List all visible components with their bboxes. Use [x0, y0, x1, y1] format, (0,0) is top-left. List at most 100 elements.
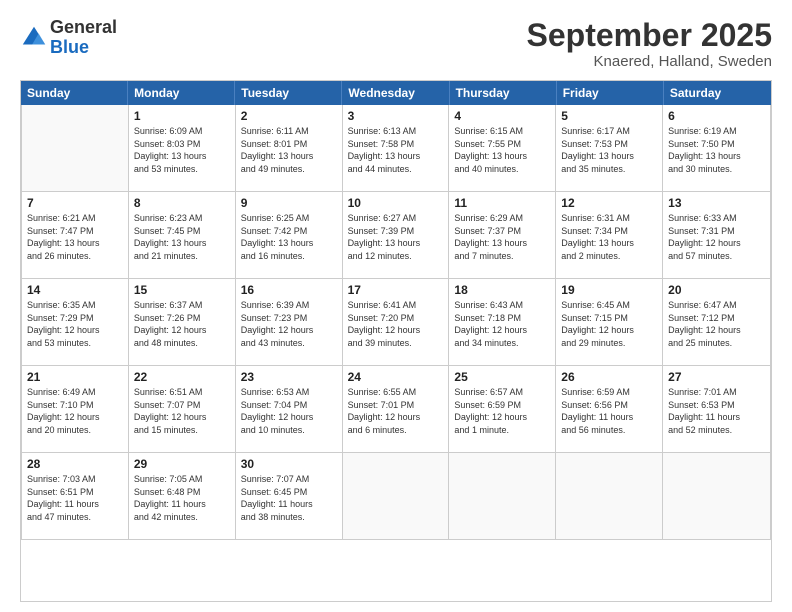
day-number: 20: [668, 283, 765, 297]
day-number: 2: [241, 109, 337, 123]
day-number: 21: [27, 370, 123, 384]
calendar-cell: 8 Sunrise: 6:23 AM Sunset: 7:45 PM Daylig…: [129, 192, 236, 278]
day-info: Sunrise: 6:11 AM Sunset: 8:01 PM Dayligh…: [241, 125, 337, 175]
calendar-cell: 1Sunrise: 6:09 AM Sunset: 8:03 PM Daylig…: [129, 105, 236, 191]
day-number: 17: [348, 283, 444, 297]
day-number: 19: [561, 283, 657, 297]
calendar-cell: 17 Sunrise: 6:41 AM Sunset: 7:20 PM Dayli…: [343, 279, 450, 365]
calendar-row: 7 Sunrise: 6:21 AM Sunset: 7:47 PM Daylig…: [22, 192, 770, 279]
day-number: 12: [561, 196, 657, 210]
calendar-cell: [22, 105, 129, 191]
calendar-body: 1Sunrise: 6:09 AM Sunset: 8:03 PM Daylig…: [21, 105, 771, 540]
calendar-cell: 5 Sunrise: 6:17 AM Sunset: 7:53 PM Daylig…: [556, 105, 663, 191]
day-info: Sunrise: 7:01 AM Sunset: 6:53 PM Dayligh…: [668, 386, 765, 436]
calendar-header-cell: Monday: [128, 81, 235, 105]
calendar-cell: 9 Sunrise: 6:25 AM Sunset: 7:42 PM Daylig…: [236, 192, 343, 278]
calendar-row: 28 Sunrise: 7:03 AM Sunset: 6:51 PM Dayli…: [22, 453, 770, 539]
day-info: Sunrise: 6:19 AM Sunset: 7:50 PM Dayligh…: [668, 125, 765, 175]
day-info: Sunrise: 6:49 AM Sunset: 7:10 PM Dayligh…: [27, 386, 123, 436]
day-number: 5: [561, 109, 657, 123]
logo-blue: Blue: [50, 38, 117, 58]
day-info: Sunrise: 6:25 AM Sunset: 7:42 PM Dayligh…: [241, 212, 337, 262]
calendar-row: 21 Sunrise: 6:49 AM Sunset: 7:10 PM Dayli…: [22, 366, 770, 453]
calendar-cell: 18Sunrise: 6:43 AM Sunset: 7:18 PM Dayli…: [449, 279, 556, 365]
calendar-cell: 22Sunrise: 6:51 AM Sunset: 7:07 PM Dayli…: [129, 366, 236, 452]
calendar-cell: 28 Sunrise: 7:03 AM Sunset: 6:51 PM Dayli…: [22, 453, 129, 539]
day-info: Sunrise: 6:57 AM Sunset: 6:59 PM Dayligh…: [454, 386, 550, 436]
day-info: Sunrise: 6:47 AM Sunset: 7:12 PM Dayligh…: [668, 299, 765, 349]
logo-general: General: [50, 18, 117, 38]
calendar-cell: 29 Sunrise: 7:05 AM Sunset: 6:48 PM Dayli…: [129, 453, 236, 539]
day-number: 15: [134, 283, 230, 297]
day-number: 24: [348, 370, 444, 384]
day-number: 22: [134, 370, 230, 384]
calendar-cell: 12 Sunrise: 6:31 AM Sunset: 7:34 PM Dayli…: [556, 192, 663, 278]
calendar-cell: [343, 453, 450, 539]
day-number: 23: [241, 370, 337, 384]
page: General Blue September 2025 Knaered, Hal…: [0, 0, 792, 612]
location-subtitle: Knaered, Halland, Sweden: [527, 53, 772, 70]
day-number: 8: [134, 196, 230, 210]
calendar-cell: 20 Sunrise: 6:47 AM Sunset: 7:12 PM Dayli…: [663, 279, 770, 365]
day-info: Sunrise: 6:29 AM Sunset: 7:37 PM Dayligh…: [454, 212, 550, 262]
logo: General Blue: [20, 18, 117, 58]
logo-text: General Blue: [50, 18, 117, 58]
day-number: 3: [348, 109, 444, 123]
calendar-row: 1Sunrise: 6:09 AM Sunset: 8:03 PM Daylig…: [22, 105, 770, 192]
day-info: Sunrise: 6:21 AM Sunset: 7:47 PM Dayligh…: [27, 212, 123, 262]
day-info: Sunrise: 6:59 AM Sunset: 6:56 PM Dayligh…: [561, 386, 657, 436]
calendar-cell: [449, 453, 556, 539]
calendar-header-cell: Saturday: [664, 81, 771, 105]
day-number: 28: [27, 457, 123, 471]
day-number: 11: [454, 196, 550, 210]
day-info: Sunrise: 7:05 AM Sunset: 6:48 PM Dayligh…: [134, 473, 230, 523]
month-title: September 2025: [527, 18, 772, 53]
calendar-cell: 6 Sunrise: 6:19 AM Sunset: 7:50 PM Daylig…: [663, 105, 770, 191]
day-number: 6: [668, 109, 765, 123]
day-info: Sunrise: 7:03 AM Sunset: 6:51 PM Dayligh…: [27, 473, 123, 523]
calendar-header-cell: Tuesday: [235, 81, 342, 105]
calendar-cell: 7 Sunrise: 6:21 AM Sunset: 7:47 PM Daylig…: [22, 192, 129, 278]
header: General Blue September 2025 Knaered, Hal…: [20, 18, 772, 70]
day-number: 13: [668, 196, 765, 210]
day-number: 30: [241, 457, 337, 471]
calendar-cell: 2 Sunrise: 6:11 AM Sunset: 8:01 PM Daylig…: [236, 105, 343, 191]
day-info: Sunrise: 6:15 AM Sunset: 7:55 PM Dayligh…: [454, 125, 550, 175]
calendar-row: 14Sunrise: 6:35 AM Sunset: 7:29 PM Dayli…: [22, 279, 770, 366]
day-number: 1: [134, 109, 230, 123]
day-number: 10: [348, 196, 444, 210]
day-info: Sunrise: 6:37 AM Sunset: 7:26 PM Dayligh…: [134, 299, 230, 349]
calendar-header-cell: Thursday: [450, 81, 557, 105]
calendar-cell: 19Sunrise: 6:45 AM Sunset: 7:15 PM Dayli…: [556, 279, 663, 365]
calendar-cell: 23Sunrise: 6:53 AM Sunset: 7:04 PM Dayli…: [236, 366, 343, 452]
calendar-cell: 27 Sunrise: 7:01 AM Sunset: 6:53 PM Dayli…: [663, 366, 770, 452]
day-number: 4: [454, 109, 550, 123]
calendar-cell: 21 Sunrise: 6:49 AM Sunset: 7:10 PM Dayli…: [22, 366, 129, 452]
day-number: 9: [241, 196, 337, 210]
day-number: 18: [454, 283, 550, 297]
day-info: Sunrise: 6:33 AM Sunset: 7:31 PM Dayligh…: [668, 212, 765, 262]
day-number: 27: [668, 370, 765, 384]
day-number: 16: [241, 283, 337, 297]
day-number: 29: [134, 457, 230, 471]
calendar-cell: 15 Sunrise: 6:37 AM Sunset: 7:26 PM Dayli…: [129, 279, 236, 365]
day-info: Sunrise: 6:39 AM Sunset: 7:23 PM Dayligh…: [241, 299, 337, 349]
day-number: 25: [454, 370, 550, 384]
calendar-cell: 16 Sunrise: 6:39 AM Sunset: 7:23 PM Dayli…: [236, 279, 343, 365]
day-info: Sunrise: 6:55 AM Sunset: 7:01 PM Dayligh…: [348, 386, 444, 436]
calendar-cell: 25 Sunrise: 6:57 AM Sunset: 6:59 PM Dayli…: [449, 366, 556, 452]
calendar-header-cell: Sunday: [21, 81, 128, 105]
calendar-cell: 26Sunrise: 6:59 AM Sunset: 6:56 PM Dayli…: [556, 366, 663, 452]
day-info: Sunrise: 6:17 AM Sunset: 7:53 PM Dayligh…: [561, 125, 657, 175]
day-info: Sunrise: 6:23 AM Sunset: 7:45 PM Dayligh…: [134, 212, 230, 262]
calendar-header-cell: Friday: [557, 81, 664, 105]
day-info: Sunrise: 6:27 AM Sunset: 7:39 PM Dayligh…: [348, 212, 444, 262]
day-info: Sunrise: 6:31 AM Sunset: 7:34 PM Dayligh…: [561, 212, 657, 262]
day-number: 7: [27, 196, 123, 210]
calendar-cell: 3Sunrise: 6:13 AM Sunset: 7:58 PM Daylig…: [343, 105, 450, 191]
day-info: Sunrise: 6:41 AM Sunset: 7:20 PM Dayligh…: [348, 299, 444, 349]
calendar-cell: 11 Sunrise: 6:29 AM Sunset: 7:37 PM Dayli…: [449, 192, 556, 278]
day-info: Sunrise: 7:07 AM Sunset: 6:45 PM Dayligh…: [241, 473, 337, 523]
calendar-cell: 14Sunrise: 6:35 AM Sunset: 7:29 PM Dayli…: [22, 279, 129, 365]
logo-icon: [20, 24, 48, 52]
